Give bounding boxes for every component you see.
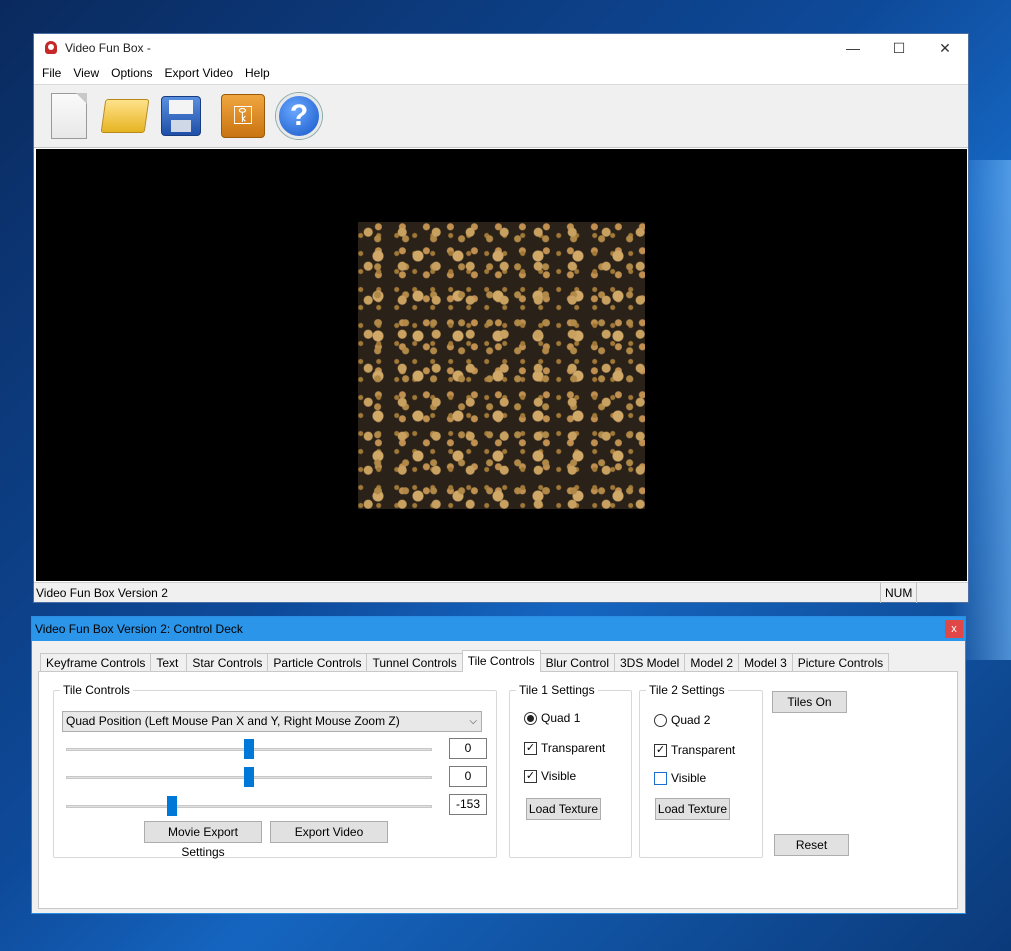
quad2-radio-label: Quad 2 bbox=[671, 713, 711, 727]
tab-model-3[interactable]: Model 3 bbox=[738, 653, 793, 672]
tile2-transparent-label: Transparent bbox=[671, 743, 736, 757]
open-folder-button[interactable] bbox=[100, 91, 150, 141]
quad-mode-selected: Quad Position (Left Mouse Pan X and Y, R… bbox=[66, 714, 400, 728]
control-deck-close-button[interactable]: x bbox=[945, 620, 963, 638]
slider-x-thumb[interactable] bbox=[244, 739, 254, 759]
tile1-settings-legend: Tile 1 Settings bbox=[516, 683, 598, 697]
slider-x-value[interactable]: 0 bbox=[449, 738, 487, 759]
close-button[interactable]: ✕ bbox=[922, 34, 968, 62]
slider-z-value[interactable]: -153 bbox=[449, 794, 487, 815]
slider-x[interactable] bbox=[66, 739, 432, 759]
slider-y-thumb[interactable] bbox=[244, 767, 254, 787]
tile2-visible-checkbox[interactable]: Visible bbox=[654, 771, 706, 785]
tile-controls-panel: Tile Controls Quad Position (Left Mouse … bbox=[38, 671, 958, 909]
status-pane-empty bbox=[916, 582, 952, 603]
quad2-radio-circle[interactable] bbox=[654, 713, 667, 727]
menu-file[interactable]: File bbox=[36, 66, 67, 80]
tile1-load-texture-button[interactable]: Load Texture bbox=[526, 798, 601, 820]
tab-tile-controls[interactable]: Tile Controls bbox=[461, 650, 541, 672]
tab-star-controls[interactable]: Star Controls bbox=[186, 653, 269, 672]
slider-z-track bbox=[66, 805, 432, 808]
movie-export-settings-button[interactable]: Movie Export Settings bbox=[144, 821, 262, 859]
key-button[interactable]: ⚿ bbox=[218, 91, 268, 141]
tile2-transparent-checkbox[interactable]: ✓ Transparent bbox=[654, 743, 735, 757]
tiles-on-button[interactable]: Tiles On bbox=[772, 691, 847, 713]
menu-bar: File View Options Export Video Help bbox=[34, 62, 968, 84]
tile2-settings-legend: Tile 2 Settings bbox=[646, 683, 728, 697]
tile1-visible-box[interactable]: ✓ bbox=[524, 769, 537, 783]
tab-model-2[interactable]: Model 2 bbox=[684, 653, 740, 672]
maximize-button[interactable]: ☐ bbox=[876, 34, 922, 62]
tile1-transparent-box[interactable]: ✓ bbox=[524, 741, 537, 755]
minimize-button[interactable]: — bbox=[830, 34, 876, 62]
tab-text[interactable]: Text bbox=[150, 653, 188, 672]
tab-3ds-model[interactable]: 3DS Model bbox=[613, 653, 686, 672]
control-deck-window: Video Fun Box Version 2: Control Deck x … bbox=[31, 616, 966, 914]
resize-grip[interactable] bbox=[952, 583, 968, 603]
tile2-visible-box[interactable] bbox=[654, 771, 667, 785]
tile-controls-legend: Tile Controls bbox=[60, 683, 133, 697]
window-title: Video Fun Box - bbox=[65, 41, 151, 55]
status-text: Video Fun Box Version 2 bbox=[36, 585, 168, 600]
tab-strip: Keyframe Controls Text Star Controls Par… bbox=[40, 650, 890, 672]
quad2-radio[interactable]: Quad 2 bbox=[654, 713, 710, 727]
slider-y-value[interactable]: 0 bbox=[449, 766, 487, 787]
menu-help[interactable]: Help bbox=[239, 66, 276, 80]
tile2-transparent-box[interactable]: ✓ bbox=[654, 743, 667, 757]
quad-mode-select[interactable]: Quad Position (Left Mouse Pan X and Y, R… bbox=[62, 711, 482, 732]
slider-y[interactable] bbox=[66, 767, 432, 787]
export-video-button[interactable]: Export Video bbox=[270, 821, 388, 843]
tile1-transparent-checkbox[interactable]: ✓ Transparent bbox=[524, 741, 605, 755]
tab-particle-controls[interactable]: Particle Controls bbox=[267, 653, 368, 672]
status-bar: Video Fun Box Version 2 NUM bbox=[34, 582, 968, 603]
control-deck-title-bar[interactable]: Video Fun Box Version 2: Control Deck x bbox=[32, 617, 965, 641]
menu-export-video[interactable]: Export Video bbox=[159, 66, 240, 80]
title-bar[interactable]: Video Fun Box - — ☐ ✕ bbox=[34, 34, 968, 62]
tab-tunnel-controls[interactable]: Tunnel Controls bbox=[366, 653, 463, 672]
new-file-button[interactable] bbox=[44, 91, 94, 141]
menu-options[interactable]: Options bbox=[105, 66, 158, 80]
tile2-visible-label: Visible bbox=[671, 771, 707, 785]
key-icon: ⚿ bbox=[221, 94, 265, 138]
tile1-visible-checkbox[interactable]: ✓ Visible bbox=[524, 769, 576, 783]
control-deck-title: Video Fun Box Version 2: Control Deck bbox=[35, 622, 243, 636]
toolbar: ⚿ ? bbox=[34, 84, 968, 148]
quad1-radio-label: Quad 1 bbox=[541, 711, 581, 725]
slider-z-thumb[interactable] bbox=[167, 796, 178, 816]
render-viewport[interactable] bbox=[36, 149, 967, 581]
tab-blur-control[interactable]: Blur Control bbox=[539, 653, 615, 672]
chevron-down-icon: ⌵ bbox=[469, 716, 477, 727]
tile2-load-texture-button[interactable]: Load Texture bbox=[655, 798, 730, 820]
open-folder-icon bbox=[100, 99, 150, 133]
quad1-radio[interactable]: Quad 1 bbox=[524, 711, 580, 725]
tab-picture-controls[interactable]: Picture Controls bbox=[791, 653, 890, 672]
reset-button[interactable]: Reset bbox=[774, 834, 849, 856]
app-icon bbox=[43, 40, 59, 56]
new-file-icon bbox=[51, 93, 87, 139]
main-window: Video Fun Box - — ☐ ✕ File View Options … bbox=[33, 33, 969, 603]
status-num-lock: NUM bbox=[880, 582, 916, 603]
tile-texture-quad[interactable] bbox=[358, 222, 645, 509]
tab-keyframe-controls[interactable]: Keyframe Controls bbox=[40, 653, 152, 672]
slider-z[interactable] bbox=[66, 796, 432, 816]
tile1-transparent-label: Transparent bbox=[541, 741, 606, 755]
save-button[interactable] bbox=[156, 91, 206, 141]
tile2-settings-group: Tile 2 Settings Quad 2 ✓ Transparent Vis… bbox=[639, 683, 763, 858]
menu-view[interactable]: View bbox=[67, 66, 105, 80]
help-button[interactable]: ? bbox=[274, 91, 324, 141]
tile-controls-group: Tile Controls Quad Position (Left Mouse … bbox=[53, 683, 497, 859]
quad1-radio-circle[interactable] bbox=[524, 711, 537, 725]
help-icon: ? bbox=[276, 93, 322, 139]
tile1-visible-label: Visible bbox=[541, 769, 577, 783]
tile1-settings-group: Tile 1 Settings Quad 1 ✓ Transparent ✓ V… bbox=[509, 683, 632, 858]
save-icon bbox=[161, 96, 201, 136]
